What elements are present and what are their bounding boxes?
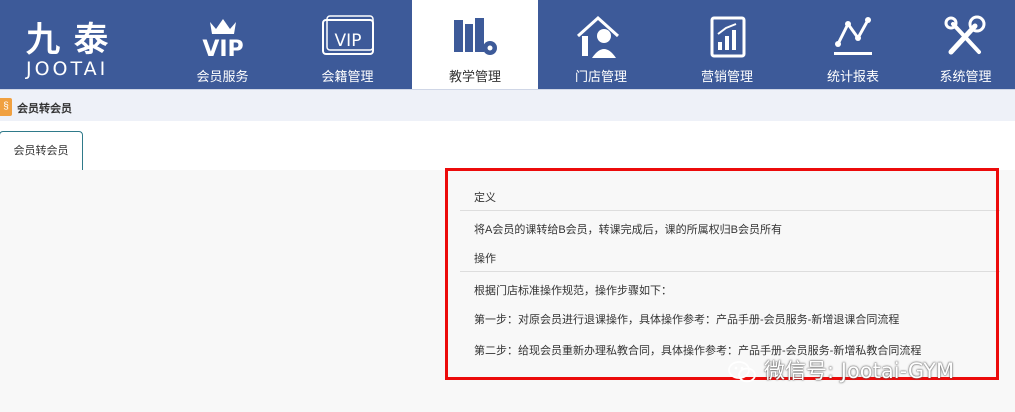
svg-text:VIP: VIP [334, 31, 361, 51]
top-navigation-bar: 九泰 JOOTAI VIP 会员服务 VIP 会籍管理 教学管理 门店管理 营销… [0, 0, 1015, 89]
nav-label: 统计报表 [826, 69, 879, 84]
nav-label: 门店管理 [574, 69, 627, 84]
chart-report-icon [710, 16, 746, 58]
nav-system-management[interactable]: 系统管理 [916, 0, 1015, 89]
operation-intro: 根据门店标准操作规范，操作步骤如下： [474, 285, 672, 297]
nav-label: 教学管理 [448, 69, 501, 84]
brand-logo[interactable]: 九泰 JOOTAI [0, 0, 140, 89]
nav-label: 系统管理 [939, 69, 992, 84]
divider [460, 271, 1000, 272]
wechat-watermark: 微信号: Jootai-GYM [728, 355, 954, 385]
nav-label: 会员服务 [196, 69, 249, 84]
tab-bar: 会员转会员 [0, 121, 1015, 171]
definition-heading: 定义 [474, 192, 496, 204]
definition-text: 将A会员的课转给B会员，转课完成后，课的所属权归B会员所有 [474, 224, 783, 236]
nav-store-management[interactable]: 门店管理 [538, 0, 664, 89]
books-gear-icon [454, 18, 497, 55]
breadcrumb-text: 会员转会员 [17, 103, 72, 115]
wechat-icon [728, 361, 756, 383]
breadcrumb-icon: § [0, 98, 12, 116]
tools-icon [944, 15, 985, 55]
vip-crown-icon: VIP [202, 19, 243, 60]
logo-english: JOOTAI [26, 58, 109, 80]
vip-card-icon: VIP [321, 15, 374, 55]
nav-statistics-reports[interactable]: 统计报表 [790, 0, 916, 89]
nav-marketing-management[interactable]: 营销管理 [664, 0, 790, 89]
nav-label: 营销管理 [700, 69, 753, 84]
watermark-text: 微信号: Jootai-GYM [764, 359, 955, 383]
logo-chinese: 九泰 [26, 20, 122, 60]
info-panel: 定义 将A会员的课转给B会员，转课完成后，课的所属权归B会员所有 操作 根据门店… [460, 180, 1000, 380]
operation-heading: 操作 [474, 253, 496, 265]
nav-membership-management[interactable]: VIP 会籍管理 [285, 0, 410, 89]
line-stats-icon [834, 17, 872, 55]
svg-text:VIP: VIP [202, 37, 243, 60]
step-one: 第一步：对原会员进行退课操作，具体操作参考：产品手册-会员服务-新增退课合同流程 [474, 314, 900, 326]
tab-member-transfer[interactable]: 会员转会员 [0, 131, 83, 171]
nav-member-service[interactable]: VIP 会员服务 [160, 0, 285, 89]
divider [460, 210, 1000, 211]
breadcrumb: § 会员转会员 [0, 89, 1015, 122]
nav-label: 会籍管理 [321, 69, 374, 84]
house-person-icon [576, 15, 620, 58]
nav-teaching-management[interactable]: 教学管理 [412, 0, 538, 89]
